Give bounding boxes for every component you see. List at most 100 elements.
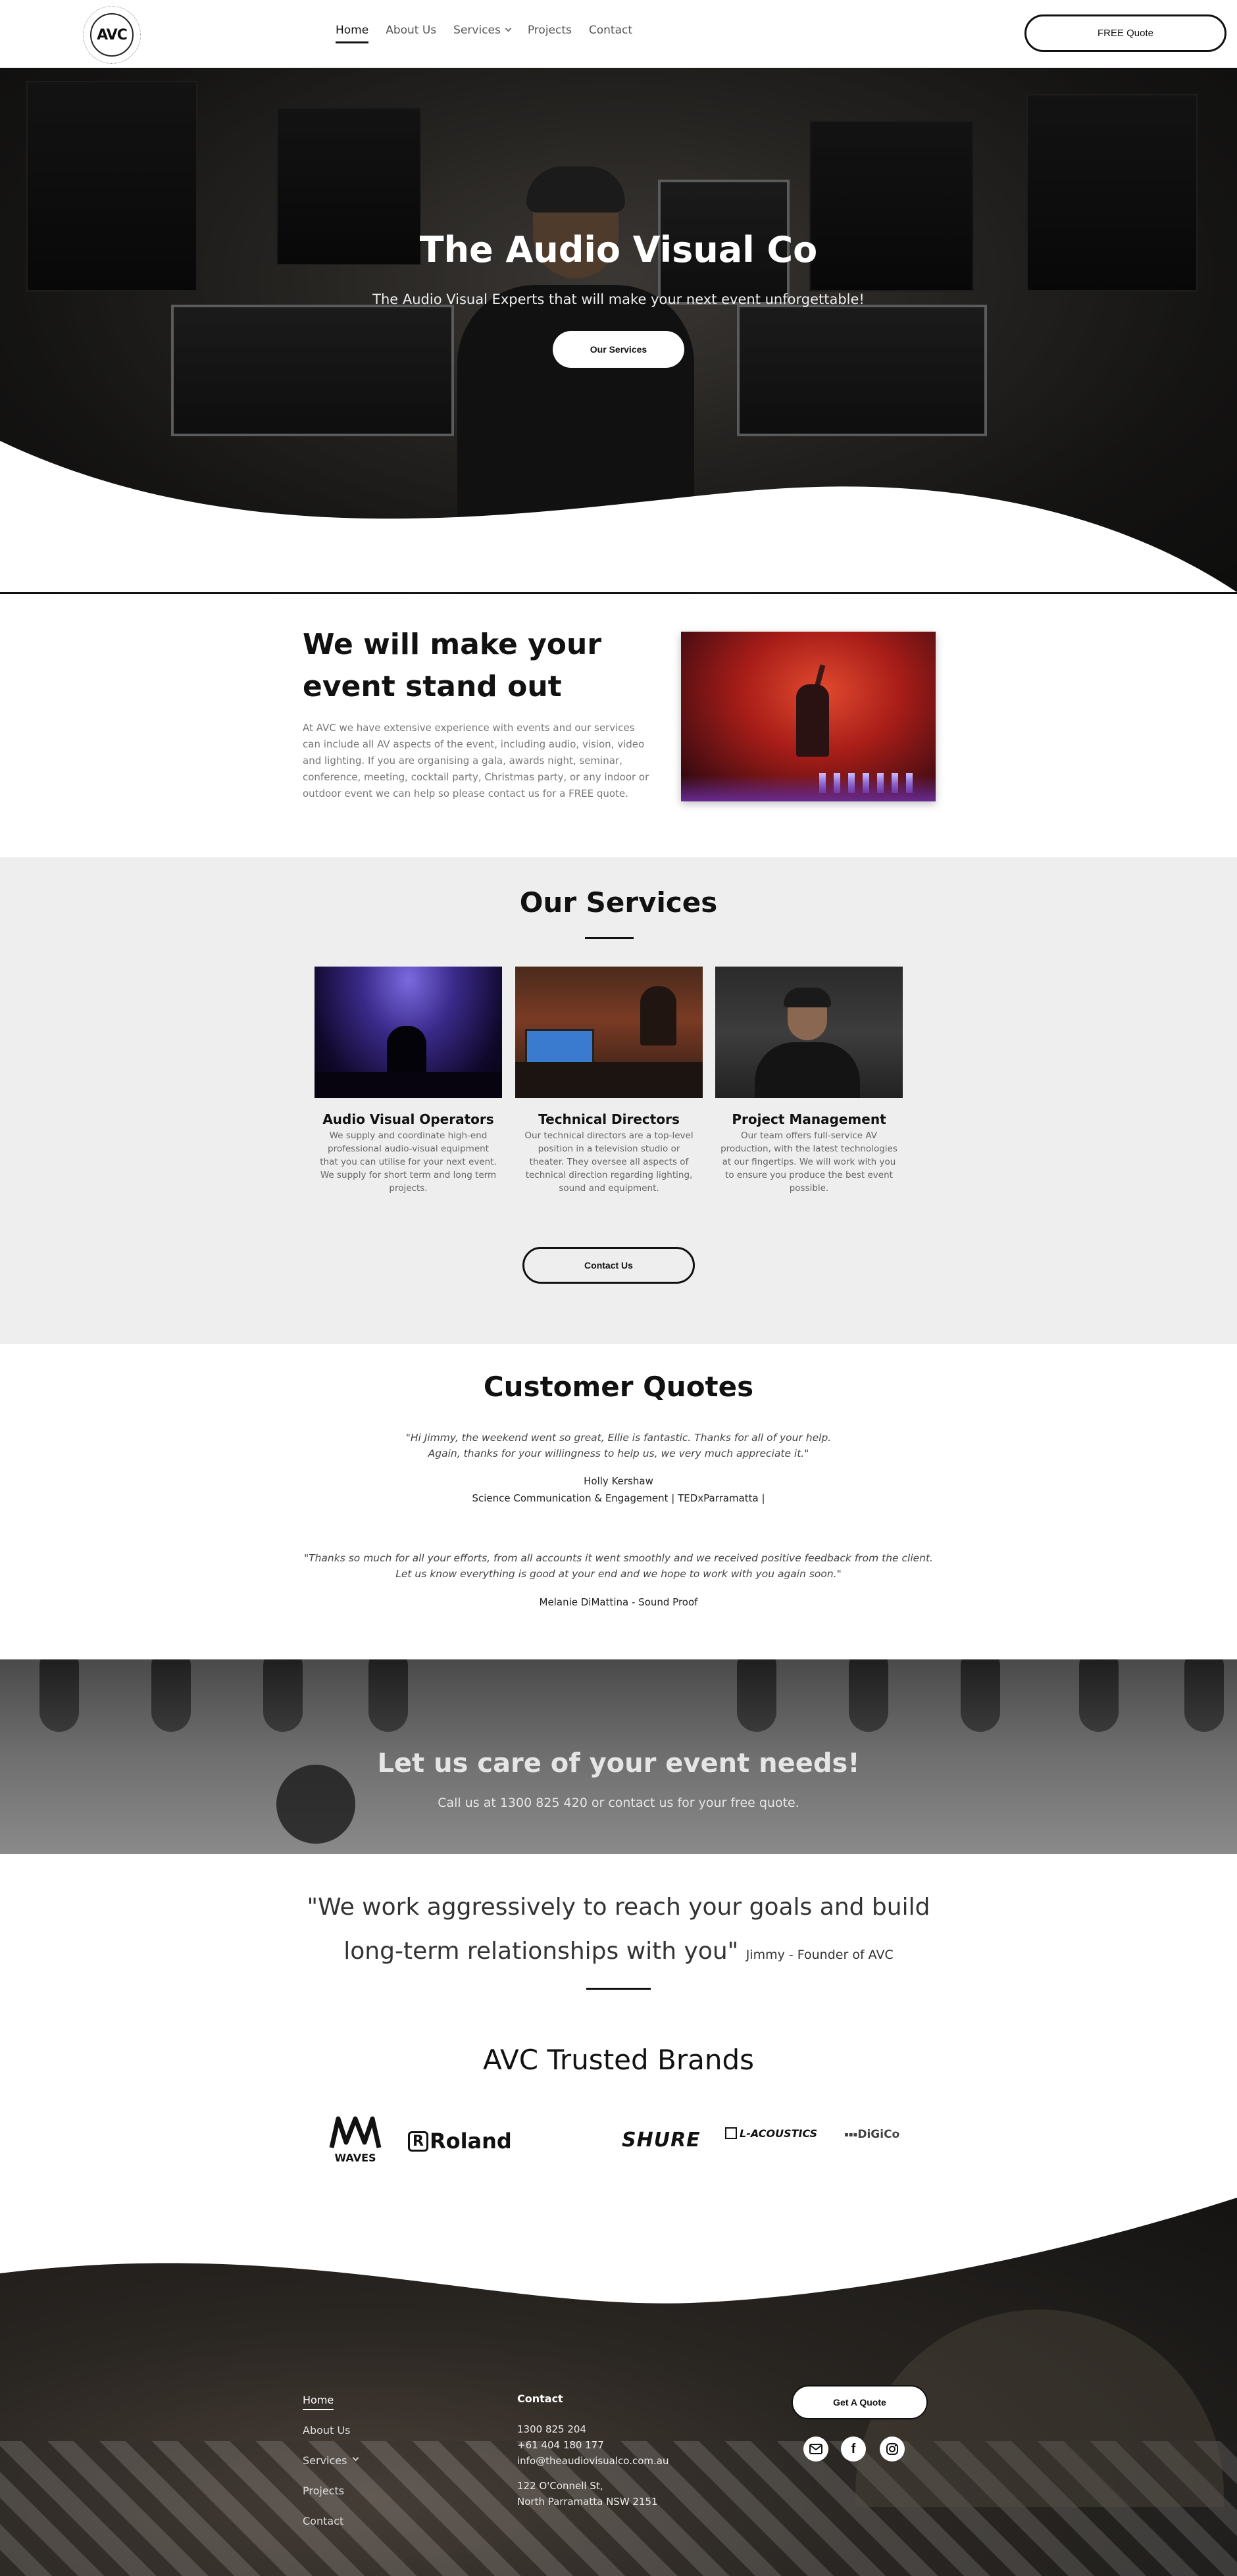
hero-subtitle: The Audio Visual Experts that will make … xyxy=(372,291,865,307)
founder-quote-text: long-term relationships with you" xyxy=(343,1938,739,1965)
quote-1-org: Science Communication & Engagement | TED… xyxy=(472,1492,765,1504)
cta-banner: Let us care of your event needs! Call us… xyxy=(0,1659,1237,1854)
footer-phone-1[interactable]: 1300 825 204 xyxy=(517,2421,669,2437)
top-navigation: AVC Home About Us Services Projects Cont… xyxy=(0,0,1237,68)
footer-phone-2[interactable]: +61 404 180 177 xyxy=(517,2437,669,2453)
brand-shure: SHURE xyxy=(622,2129,701,2152)
nav-contact[interactable]: Contact xyxy=(589,24,632,43)
intro-heading: We will make your event stand out xyxy=(303,624,612,708)
mixer-fader xyxy=(39,1659,79,1732)
facebook-icon[interactable]: f xyxy=(841,2437,866,2462)
footer-projects-label: Projects xyxy=(303,2485,345,2497)
mixer-fader xyxy=(151,1659,191,1732)
quote-1-author: Holly Kershaw Science Communication & En… xyxy=(0,1473,1237,1507)
mixer-fader xyxy=(849,1659,888,1732)
instagram-icon[interactable] xyxy=(880,2437,905,2462)
mixer-fader xyxy=(1184,1659,1224,1732)
mixer-fader xyxy=(737,1659,776,1732)
brand-waves: WAVES xyxy=(328,2116,383,2164)
mixer-fader xyxy=(1079,1659,1119,1732)
intro-body: At AVC we have extensive experience with… xyxy=(303,722,649,799)
hero-wave-divider xyxy=(0,441,1237,592)
footer-address-line2: North Parramatta NSW 2151 xyxy=(517,2496,658,2508)
services-section: Our Services Audio Visual Operators We s… xyxy=(0,857,1237,1344)
quote-2-text: "Thanks so much for all your efforts, fr… xyxy=(0,1550,1237,1582)
chevron-down-icon xyxy=(505,25,512,32)
nav-services-label: Services xyxy=(453,24,501,37)
service-description: Our technical directors are a top-level … xyxy=(524,1130,694,1194)
our-services-button[interactable]: Our Services xyxy=(553,331,684,368)
brand-roland: R Roland xyxy=(408,2129,512,2154)
footer-contact: Contact 1300 825 204 +61 404 180 177 inf… xyxy=(517,2391,669,2510)
brand-l-acoustics: L-ACOUSTICS xyxy=(725,2127,817,2140)
footer-nav: Home About Us Services Projects Contact xyxy=(303,2394,359,2545)
service-title: Technical Directors xyxy=(538,1111,680,1127)
quote-2-line2: Let us know everything is good at your e… xyxy=(395,1568,842,1580)
founder-quote-line1: "We work aggressively to reach your goal… xyxy=(307,1894,930,1921)
service-title: Project Management xyxy=(732,1111,886,1127)
footer-contact-heading: Contact xyxy=(517,2392,563,2405)
footer-contact-label: Contact xyxy=(303,2515,344,2527)
quote-2-author: Melanie DiMattina - Sound Proof xyxy=(539,1596,698,1608)
founder-quote-line2: long-term relationships with you" Jimmy … xyxy=(0,1938,1237,1965)
technical-directors-image xyxy=(515,967,703,1098)
footer-wave-divider xyxy=(0,2191,1237,2304)
mixer-fader xyxy=(263,1659,303,1732)
services-divider xyxy=(585,937,634,939)
nav-about-label: About Us xyxy=(386,24,437,37)
service-title: Audio Visual Operators xyxy=(322,1111,494,1127)
cta-subtitle: Call us at 1300 825 420 or contact us fo… xyxy=(438,1796,799,1810)
brand-waves-label: WAVES xyxy=(334,2152,376,2164)
footer-services-label: Services xyxy=(303,2454,347,2467)
nav-projects[interactable]: Projects xyxy=(528,24,572,43)
quote-1-text: "Hi Jimmy, the weekend went so great, El… xyxy=(0,1430,1237,1461)
intro-heading-line2: event stand out xyxy=(303,670,562,703)
nav-contact-label: Contact xyxy=(588,24,633,37)
service-description: We supply and coordinate high-end profes… xyxy=(320,1130,497,1194)
quotes-title: Customer Quotes xyxy=(483,1371,754,1403)
footer-link-home[interactable]: Home xyxy=(303,2394,358,2424)
event-performer-image xyxy=(681,632,936,801)
brand-roland-label: Roland xyxy=(429,2129,512,2154)
cta-title: Let us care of your event needs! xyxy=(377,1748,860,1779)
footer-link-services[interactable]: Services xyxy=(303,2454,359,2485)
quote-2-line1: "Thanks so much for all your efforts, fr… xyxy=(303,1552,933,1564)
nav-services[interactable]: Services xyxy=(453,24,512,43)
footer-link-about-us[interactable]: About Us xyxy=(303,2424,358,2454)
footer-email[interactable]: info@theaudiovisualco.com.au xyxy=(517,2453,669,2469)
audio-visual-operators-image xyxy=(315,967,502,1098)
services-title: Our Services xyxy=(519,886,718,919)
brand-l-acoustics-label: L-ACOUSTICS xyxy=(740,2127,818,2140)
service-description: Our team offers full-service AV producti… xyxy=(720,1130,897,1194)
get-a-quote-button[interactable]: Get A Quote xyxy=(792,2385,928,2419)
nav-projects-label: Projects xyxy=(527,24,572,37)
brand-digico: ▪▪▪DiGiCo xyxy=(844,2128,900,2141)
nav-about-us[interactable]: About Us xyxy=(386,24,436,43)
footer-address-line1: 122 O'Connell St, xyxy=(517,2480,603,2492)
hero-title: The Audio Visual Co xyxy=(419,229,818,270)
contact-us-button[interactable]: Contact Us xyxy=(522,1247,695,1284)
avc-logo[interactable]: AVC xyxy=(90,13,134,57)
footer-link-contact[interactable]: Contact xyxy=(303,2515,358,2545)
nav-home-label: Home xyxy=(336,24,369,37)
service-card: Project Management Our team offers full-… xyxy=(715,967,903,1195)
mixer-fader xyxy=(961,1659,1000,1732)
email-icon[interactable] xyxy=(803,2437,828,2462)
chevron-down-icon xyxy=(353,2454,359,2462)
footer-home-label: Home xyxy=(303,2394,334,2410)
free-quote-button[interactable]: FREE Quote xyxy=(1024,14,1226,52)
brand-digico-label: DiGiCo xyxy=(857,2128,900,2141)
waves-logo-icon xyxy=(329,2116,382,2148)
service-card: Audio Visual Operators We supply and coo… xyxy=(315,967,502,1195)
project-management-image xyxy=(715,967,903,1098)
brands-title: AVC Trusted Brands xyxy=(482,2044,754,2076)
founder-divider xyxy=(586,1988,651,1990)
service-card: Technical Directors Our technical direct… xyxy=(515,967,703,1195)
nav-home[interactable]: Home xyxy=(336,24,369,43)
quote-1-line2: Again, thanks for your willingness to he… xyxy=(428,1448,809,1459)
intro-heading-line1: We will make your xyxy=(303,628,602,661)
mixer-fader xyxy=(368,1659,408,1732)
footer-link-projects[interactable]: Projects xyxy=(303,2485,358,2515)
quote-1-name: Holly Kershaw xyxy=(584,1475,653,1487)
nav-links: Home About Us Services Projects Contact xyxy=(336,24,632,43)
